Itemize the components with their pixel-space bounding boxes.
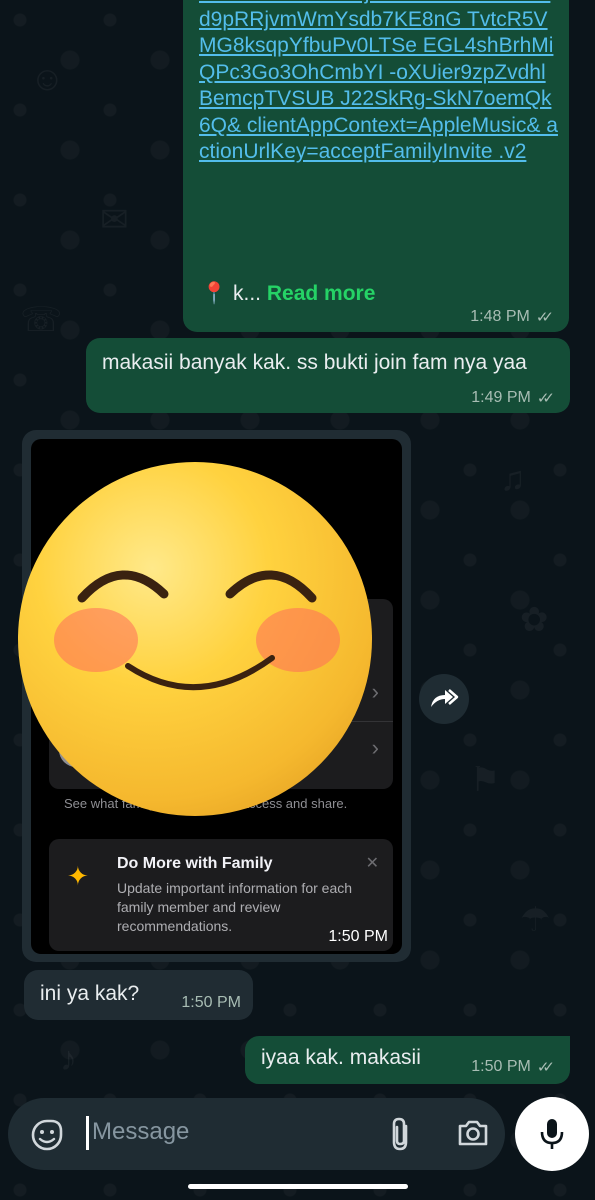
message-meta: 1:50 PM ✓✓ bbox=[471, 1058, 556, 1076]
chevron-right-icon: › bbox=[371, 679, 379, 704]
smiling-face-sticker bbox=[18, 462, 372, 816]
message-meta: 1:49 PM ✓✓ bbox=[471, 389, 556, 407]
message-meta: 1:48 PM ✓✓ bbox=[470, 308, 555, 326]
chevron-right-icon: › bbox=[371, 735, 379, 760]
message-text: iyaa kak. makasii bbox=[261, 1046, 421, 1069]
message-text: ini ya kak? bbox=[40, 982, 140, 1005]
forward-icon bbox=[431, 689, 459, 707]
close-icon: ✕ bbox=[365, 855, 379, 872]
message-time: 1:49 PM bbox=[471, 389, 531, 406]
card-title: Do More with Family bbox=[117, 855, 273, 872]
home-indicator[interactable] bbox=[188, 1184, 408, 1189]
smiling-face-icon bbox=[54, 570, 340, 691]
message-snippet: 📍 k... Read more bbox=[201, 282, 375, 306]
message-time: 1:50 PM bbox=[328, 928, 388, 945]
message-composer: Message bbox=[8, 1098, 505, 1170]
message-meta: 1:50 PM bbox=[181, 994, 241, 1012]
truncated-text: k... bbox=[233, 282, 262, 305]
read-receipt-icon: ✓✓ bbox=[536, 390, 555, 407]
message-bubble-incoming[interactable]: ini ya kak? 1:50 PM bbox=[24, 970, 253, 1020]
message-time: 1:50 PM bbox=[471, 1058, 531, 1075]
wallpaper-doodle: ♪ bbox=[60, 1040, 77, 1078]
message-bubble-outgoing[interactable]: makasii banyak kak. ss bukti join fam ny… bbox=[86, 338, 570, 413]
message-bubble-outgoing[interactable]: ur3c85YE2awe8ejuS78S9CLnM IEvBd9pRRjvmWm… bbox=[183, 0, 569, 332]
message-time: 1:48 PM bbox=[470, 308, 530, 325]
camera-button[interactable] bbox=[456, 1116, 490, 1155]
forward-button[interactable] bbox=[419, 674, 469, 724]
wallpaper-doodle: ✉ bbox=[100, 201, 129, 239]
wallpaper-doodle: ☺ bbox=[30, 60, 65, 98]
wallpaper-doodle: ♫ bbox=[500, 460, 526, 498]
attach-button[interactable] bbox=[386, 1116, 416, 1157]
read-more-link[interactable]: Read more bbox=[267, 282, 376, 305]
emoji-icon bbox=[31, 1119, 63, 1151]
wallpaper-doodle: ✿ bbox=[520, 601, 549, 639]
message-link[interactable]: ur3c85YE2awe8ejuS78S9CLnM IEvBd9pRRjvmWm… bbox=[199, 0, 559, 166]
wallpaper-doodle: ☏ bbox=[20, 301, 63, 339]
read-receipt-icon: ✓✓ bbox=[535, 309, 554, 326]
read-receipt-icon: ✓✓ bbox=[536, 1059, 555, 1076]
mic-icon bbox=[540, 1119, 564, 1149]
message-text: makasii banyak kak. ss bukti join fam ny… bbox=[102, 351, 527, 374]
voice-record-button[interactable] bbox=[515, 1097, 589, 1171]
wallpaper-doodle: ☂ bbox=[520, 901, 551, 939]
message-time: 1:50 PM bbox=[181, 994, 241, 1011]
wallpaper-doodle: ⚑ bbox=[470, 761, 501, 799]
camera-icon bbox=[458, 1120, 488, 1146]
sparkle-icon: ✦ bbox=[67, 861, 89, 891]
message-input[interactable]: Message bbox=[92, 1118, 189, 1146]
emoji-button[interactable] bbox=[30, 1118, 64, 1157]
paperclip-icon bbox=[392, 1117, 408, 1151]
text-cursor bbox=[86, 1116, 89, 1150]
pin-icon: 📍 bbox=[201, 282, 228, 305]
message-bubble-outgoing[interactable]: iyaa kak. makasii 1:50 PM ✓✓ bbox=[245, 1036, 570, 1084]
